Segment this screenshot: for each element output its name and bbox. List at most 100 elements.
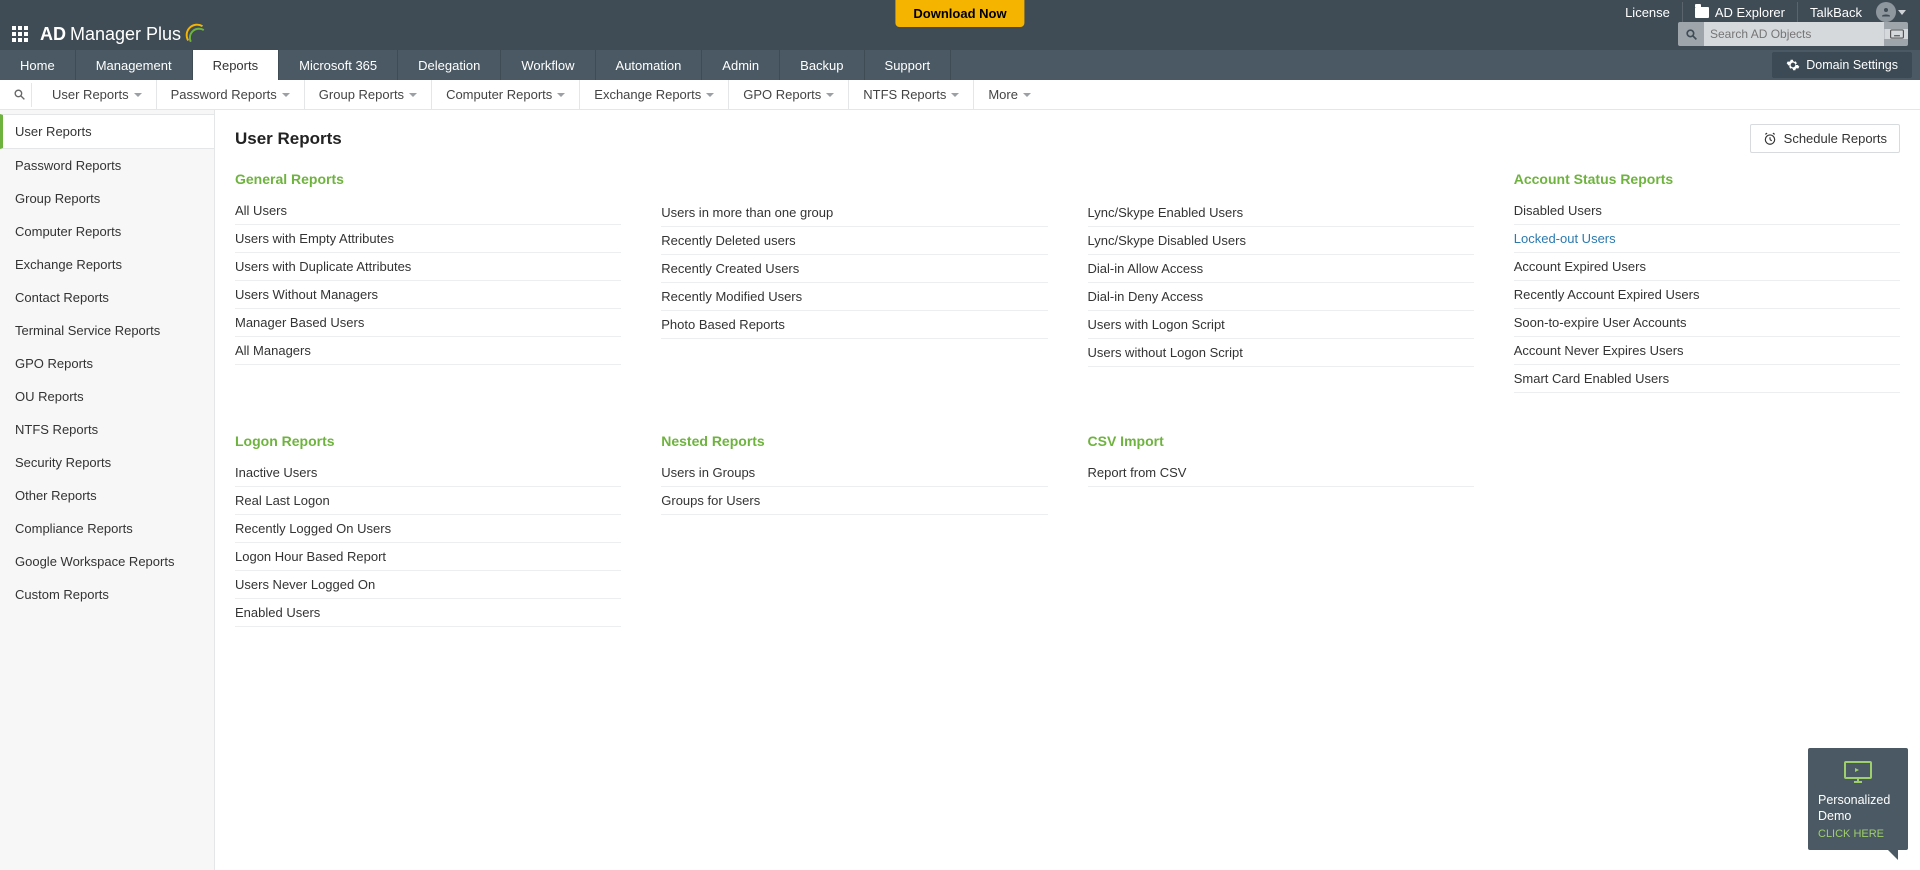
subnav-item-label: Group Reports	[319, 87, 404, 102]
report-link[interactable]: Soon-to-expire User Accounts	[1514, 309, 1900, 337]
report-link[interactable]: Recently Account Expired Users	[1514, 281, 1900, 309]
subnav-search-icon[interactable]	[8, 83, 32, 107]
tab-delegation[interactable]: Delegation	[398, 50, 501, 80]
sidebar-item[interactable]: Contact Reports	[0, 281, 214, 314]
brand-strong: AD	[40, 24, 66, 45]
report-link[interactable]: Recently Deleted users	[661, 227, 1047, 255]
sidebar-item[interactable]: Other Reports	[0, 479, 214, 512]
talkback-link[interactable]: TalkBack	[1798, 2, 1874, 22]
subnav-item[interactable]: Password Reports	[157, 80, 305, 109]
download-now-button[interactable]: Download Now	[895, 0, 1024, 27]
schedule-reports-label: Schedule Reports	[1784, 131, 1887, 146]
report-link[interactable]: All Users	[235, 197, 621, 225]
tab-backup[interactable]: Backup	[780, 50, 864, 80]
report-link[interactable]: Users in Groups	[661, 459, 1047, 487]
tab-automation[interactable]: Automation	[596, 50, 703, 80]
sidebar-item[interactable]: Computer Reports	[0, 215, 214, 248]
search-ad-objects[interactable]	[1678, 22, 1908, 46]
report-link[interactable]: Users with Duplicate Attributes	[235, 253, 621, 281]
report-link[interactable]: Manager Based Users	[235, 309, 621, 337]
tab-support[interactable]: Support	[865, 50, 952, 80]
chevron-down-icon	[1898, 10, 1906, 15]
report-link[interactable]: Enabled Users	[235, 599, 621, 627]
subnav-item[interactable]: User Reports	[38, 80, 157, 109]
subnav-item[interactable]: More	[974, 80, 1045, 109]
sidebar-item[interactable]: Google Workspace Reports	[0, 545, 214, 578]
top-bar: License AD Explorer TalkBack AD Manager …	[0, 0, 1920, 50]
group-title: Account Status Reports	[1514, 171, 1900, 187]
brand-logo[interactable]: AD Manager Plus	[40, 21, 209, 47]
report-link[interactable]: Account Never Expires Users	[1514, 337, 1900, 365]
sidebar-item[interactable]: OU Reports	[0, 380, 214, 413]
sidebar-item[interactable]: Group Reports	[0, 182, 214, 215]
sidebar-item[interactable]: User Reports	[0, 114, 214, 149]
subnav-item[interactable]: Exchange Reports	[580, 80, 729, 109]
group-title: CSV Import	[1088, 433, 1474, 449]
ad-explorer-link[interactable]: AD Explorer	[1683, 2, 1798, 22]
gear-icon	[1786, 58, 1800, 72]
keyboard-icon[interactable]	[1884, 29, 1908, 39]
subnav-item-label: Password Reports	[171, 87, 277, 102]
domain-settings-button[interactable]: Domain Settings	[1772, 52, 1912, 78]
report-link[interactable]: Users without Logon Script	[1088, 339, 1474, 367]
sidebar-item[interactable]: GPO Reports	[0, 347, 214, 380]
report-link[interactable]: Lync/Skype Disabled Users	[1088, 227, 1474, 255]
report-link[interactable]: Disabled Users	[1514, 197, 1900, 225]
chevron-down-icon	[557, 93, 565, 97]
subnav-item-label: User Reports	[52, 87, 129, 102]
report-link[interactable]: All Managers	[235, 337, 621, 365]
report-link[interactable]: Users with Empty Attributes	[235, 225, 621, 253]
brand-swoosh-icon	[183, 21, 209, 47]
search-icon	[1678, 28, 1704, 41]
sidebar-item[interactable]: Custom Reports	[0, 578, 214, 611]
subnav-item[interactable]: Computer Reports	[432, 80, 580, 109]
brand-rest: Manager Plus	[70, 24, 181, 45]
subnav-item[interactable]: NTFS Reports	[849, 80, 974, 109]
search-input[interactable]	[1704, 22, 1884, 46]
sidebar-item[interactable]: Terminal Service Reports	[0, 314, 214, 347]
tab-workflow[interactable]: Workflow	[501, 50, 595, 80]
report-link[interactable]: Smart Card Enabled Users	[1514, 365, 1900, 393]
sidebar-item[interactable]: Compliance Reports	[0, 512, 214, 545]
report-link[interactable]: Recently Modified Users	[661, 283, 1047, 311]
main-panel: User Reports Schedule Reports General Re…	[215, 110, 1920, 870]
tab-admin[interactable]: Admin	[702, 50, 780, 80]
tab-m365[interactable]: Microsoft 365	[279, 50, 398, 80]
tab-home[interactable]: Home	[0, 50, 76, 80]
report-link[interactable]: Locked-out Users	[1514, 225, 1900, 253]
domain-settings-label: Domain Settings	[1806, 58, 1898, 72]
report-link[interactable]: Real Last Logon	[235, 487, 621, 515]
report-link[interactable]: Dial-in Allow Access	[1088, 255, 1474, 283]
account-menu[interactable]	[1874, 2, 1908, 22]
report-link[interactable]: Account Expired Users	[1514, 253, 1900, 281]
sidebar-item[interactable]: NTFS Reports	[0, 413, 214, 446]
report-link[interactable]: Dial-in Deny Access	[1088, 283, 1474, 311]
apps-icon[interactable]	[12, 26, 28, 42]
subnav-item[interactable]: GPO Reports	[729, 80, 849, 109]
sidebar-item[interactable]: Exchange Reports	[0, 248, 214, 281]
report-link[interactable]: Report from CSV	[1088, 459, 1474, 487]
report-link[interactable]: Users Never Logged On	[235, 571, 621, 599]
schedule-reports-button[interactable]: Schedule Reports	[1750, 124, 1900, 153]
subnav-item[interactable]: Group Reports	[305, 80, 432, 109]
sidebar-item[interactable]: Password Reports	[0, 149, 214, 182]
report-link[interactable]: Users with Logon Script	[1088, 311, 1474, 339]
chevron-down-icon	[282, 93, 290, 97]
avatar-icon	[1876, 2, 1896, 22]
demo-callout[interactable]: Personalized Demo CLICK HERE	[1808, 748, 1908, 851]
report-link[interactable]: Recently Created Users	[661, 255, 1047, 283]
demo-cta[interactable]: CLICK HERE	[1818, 828, 1898, 840]
tab-management[interactable]: Management	[76, 50, 193, 80]
report-link[interactable]: Photo Based Reports	[661, 311, 1047, 339]
group-title: Nested Reports	[661, 433, 1047, 449]
report-link[interactable]: Logon Hour Based Report	[235, 543, 621, 571]
report-link[interactable]: Groups for Users	[661, 487, 1047, 515]
report-link[interactable]: Inactive Users	[235, 459, 621, 487]
license-link[interactable]: License	[1613, 2, 1683, 22]
tab-reports[interactable]: Reports	[193, 50, 280, 80]
report-link[interactable]: Users in more than one group	[661, 199, 1047, 227]
report-link[interactable]: Lync/Skype Enabled Users	[1088, 199, 1474, 227]
report-link[interactable]: Recently Logged On Users	[235, 515, 621, 543]
sidebar-item[interactable]: Security Reports	[0, 446, 214, 479]
report-link[interactable]: Users Without Managers	[235, 281, 621, 309]
